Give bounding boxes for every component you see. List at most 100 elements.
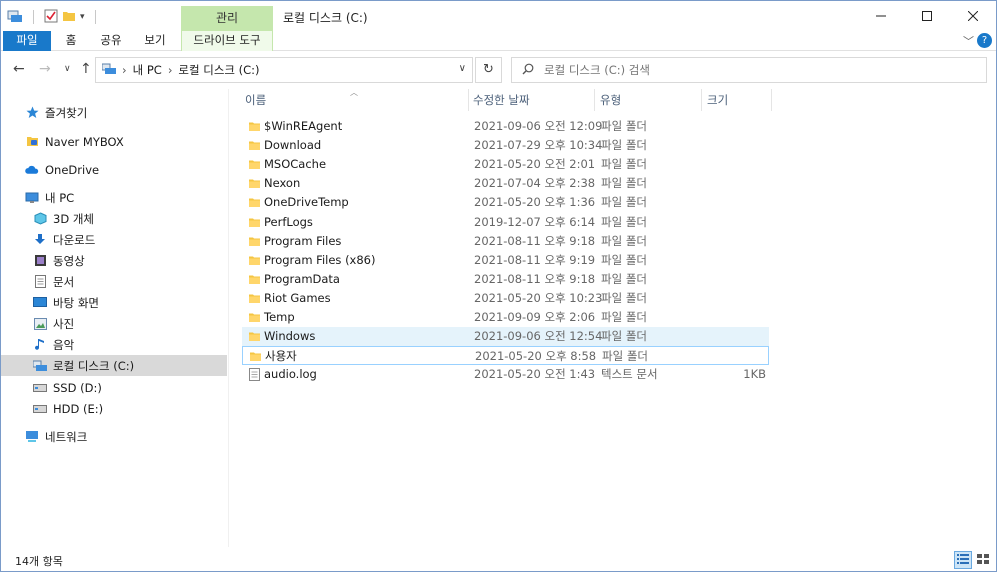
refresh-button[interactable]: ↻ <box>475 57 502 83</box>
sidebar-item-this-pc[interactable]: 내 PC <box>1 187 227 208</box>
search-box[interactable] <box>511 57 987 83</box>
column-divider[interactable] <box>701 89 702 111</box>
explorer-app-icon[interactable] <box>7 9 23 26</box>
tab-drive-tools[interactable]: 드라이브 도구 <box>181 31 273 51</box>
table-row[interactable]: ProgramData 2021-08-11 오후 9:18 파일 폴더 <box>242 270 769 289</box>
drive-icon <box>33 402 47 416</box>
file-type: 파일 폴더 <box>601 176 647 190</box>
file-type: 파일 폴더 <box>601 329 647 343</box>
column-header-name[interactable]: 이름 <box>242 89 266 111</box>
file-date: 2021-09-06 오전 12:54 <box>474 329 603 343</box>
large-icons-view-button[interactable] <box>974 551 992 569</box>
column-header-size[interactable]: 크기 <box>704 89 728 111</box>
cloud-icon <box>25 163 39 177</box>
sidebar-item-music[interactable]: 음악 <box>1 334 227 355</box>
file-date: 2021-09-09 오후 2:06 <box>474 310 596 324</box>
title-bar: ▾ 관리 로컬 디스크 (C:) <box>1 1 996 31</box>
file-type: 파일 폴더 <box>601 119 647 133</box>
table-row[interactable]: Riot Games 2021-05-20 오후 10:23 파일 폴더 <box>242 289 769 308</box>
tab-share[interactable]: 공유 <box>93 31 129 51</box>
pane-splitter[interactable] <box>228 89 229 547</box>
column-divider[interactable] <box>468 89 469 111</box>
column-divider[interactable] <box>594 89 595 111</box>
music-icon <box>33 338 47 352</box>
table-row[interactable]: Temp 2021-09-09 오후 2:06 파일 폴더 <box>242 308 769 327</box>
table-row[interactable]: Download 2021-07-29 오후 10:34 파일 폴더 <box>242 136 769 155</box>
sidebar-item-network[interactable]: 네트워크 <box>1 426 227 447</box>
file-name: Riot Games <box>264 291 331 305</box>
qat-customize-icon[interactable]: ▾ <box>80 12 85 22</box>
sidebar-item-quick-access[interactable]: 즐겨찾기 <box>1 102 227 123</box>
drive-icon <box>33 359 47 373</box>
sidebar-item-videos[interactable]: 동영상 <box>1 250 227 271</box>
sidebar-item-documents[interactable]: 문서 <box>1 271 227 292</box>
file-date: 2021-05-20 오후 8:58 <box>475 349 597 363</box>
properties-icon[interactable] <box>44 9 58 26</box>
ribbon-expand-icon[interactable]: ﹀ <box>963 33 974 49</box>
file-name: Program Files <box>264 234 342 248</box>
table-row[interactable]: Windows 2021-09-06 오전 12:54 파일 폴더 <box>242 327 769 346</box>
column-header-type[interactable]: 유형 <box>597 89 621 111</box>
search-icon <box>522 63 534 78</box>
tab-file[interactable]: 파일 <box>3 31 51 51</box>
column-header-date[interactable]: 수정한 날짜 <box>470 89 530 111</box>
column-divider[interactable] <box>771 89 772 111</box>
table-row[interactable]: Program Files (x86) 2021-08-11 오후 9:19 파일 … <box>242 251 769 270</box>
close-button[interactable] <box>950 1 996 31</box>
sidebar-item-pictures[interactable]: 사진 <box>1 313 227 334</box>
tab-view[interactable]: 보기 <box>137 31 173 51</box>
forward-arrow-icon[interactable]: → <box>39 61 51 77</box>
sidebar-item-local-disk-c[interactable]: 로컬 디스크 (C:) <box>1 355 227 376</box>
sidebar-item-downloads[interactable]: 다운로드 <box>1 229 227 250</box>
file-type: 파일 폴더 <box>601 310 647 324</box>
sidebar-item-desktop[interactable]: 바탕 화면 <box>1 292 227 313</box>
navigation-pane: 즐겨찾기 Naver MYBOX OneDrive 내 PC 3D 개체 다운로… <box>1 89 229 547</box>
table-row[interactable]: OneDriveTemp 2021-05-20 오후 1:36 파일 폴더 <box>242 193 769 212</box>
maximize-button[interactable] <box>904 1 950 31</box>
sidebar-item-ssd-d[interactable]: SSD (D:) <box>1 377 227 398</box>
table-row[interactable]: Nexon 2021-07-04 오후 2:38 파일 폴더 <box>242 174 769 193</box>
details-view-button[interactable] <box>954 551 972 569</box>
drive-icon <box>33 381 47 395</box>
sidebar-item-3d-objects[interactable]: 3D 개체 <box>1 208 227 229</box>
item-count: 14개 항목 <box>15 555 63 568</box>
file-size <box>706 213 766 232</box>
table-row[interactable]: $WinREAgent 2021-09-06 오전 12:09 파일 폴더 <box>242 117 769 136</box>
sidebar-item-hdd-e[interactable]: HDD (E:) <box>1 398 227 419</box>
sidebar-item-naver-mybox[interactable]: Naver MYBOX <box>1 131 227 152</box>
address-bar[interactable]: › 내 PC › 로컬 디스크 (C:) ∨ <box>95 57 473 83</box>
table-row[interactable]: 사용자 2021-05-20 오후 8:58 파일 폴더 <box>242 346 769 365</box>
file-size <box>706 270 766 289</box>
navigation-bar: ← → ∨ ↑ › 내 PC › 로컬 디스크 (C:) ∨ ↻ <box>1 52 996 88</box>
cube-icon <box>33 212 47 226</box>
star-icon <box>25 106 39 120</box>
table-row[interactable]: MSOCache 2021-05-20 오전 2:01 파일 폴더 <box>242 155 769 174</box>
file-type: 파일 폴더 <box>601 215 647 229</box>
help-icon[interactable]: ? <box>977 33 992 48</box>
up-arrow-icon[interactable]: ↑ <box>80 61 92 77</box>
breadcrumb-local-disk[interactable]: 로컬 디스크 (C:) <box>178 62 259 78</box>
mybox-icon <box>25 135 39 149</box>
document-icon <box>33 275 47 289</box>
breadcrumb-this-pc[interactable]: 내 PC <box>133 62 162 78</box>
folder-icon <box>249 179 260 188</box>
table-row[interactable]: PerfLogs 2019-12-07 오후 6:14 파일 폴더 <box>242 213 769 232</box>
sidebar-item-onedrive[interactable]: OneDrive <box>1 159 227 180</box>
file-size <box>706 251 766 270</box>
address-dropdown-icon[interactable]: ∨ <box>459 63 466 74</box>
new-folder-icon[interactable] <box>62 9 76 26</box>
ribbon-tabs: 파일 홈 공유 보기 드라이브 도구 ﹀ ? <box>1 31 996 51</box>
text-file-icon <box>249 368 260 381</box>
file-name: 사용자 <box>265 349 297 363</box>
minimize-button[interactable] <box>858 1 904 31</box>
table-row[interactable]: audio.log 2021-05-20 오전 1:43 텍스트 문서 1KB <box>242 365 769 384</box>
search-input[interactable] <box>544 63 964 77</box>
file-name: Temp <box>264 310 295 324</box>
recent-locations-icon[interactable]: ∨ <box>64 64 71 74</box>
folder-icon <box>249 256 260 265</box>
folder-icon <box>249 160 260 169</box>
back-arrow-icon[interactable]: ← <box>13 61 25 77</box>
folder-icon <box>249 294 260 303</box>
tab-home[interactable]: 홈 <box>57 31 85 51</box>
table-row[interactable]: Program Files 2021-08-11 오후 9:18 파일 폴더 <box>242 232 769 251</box>
